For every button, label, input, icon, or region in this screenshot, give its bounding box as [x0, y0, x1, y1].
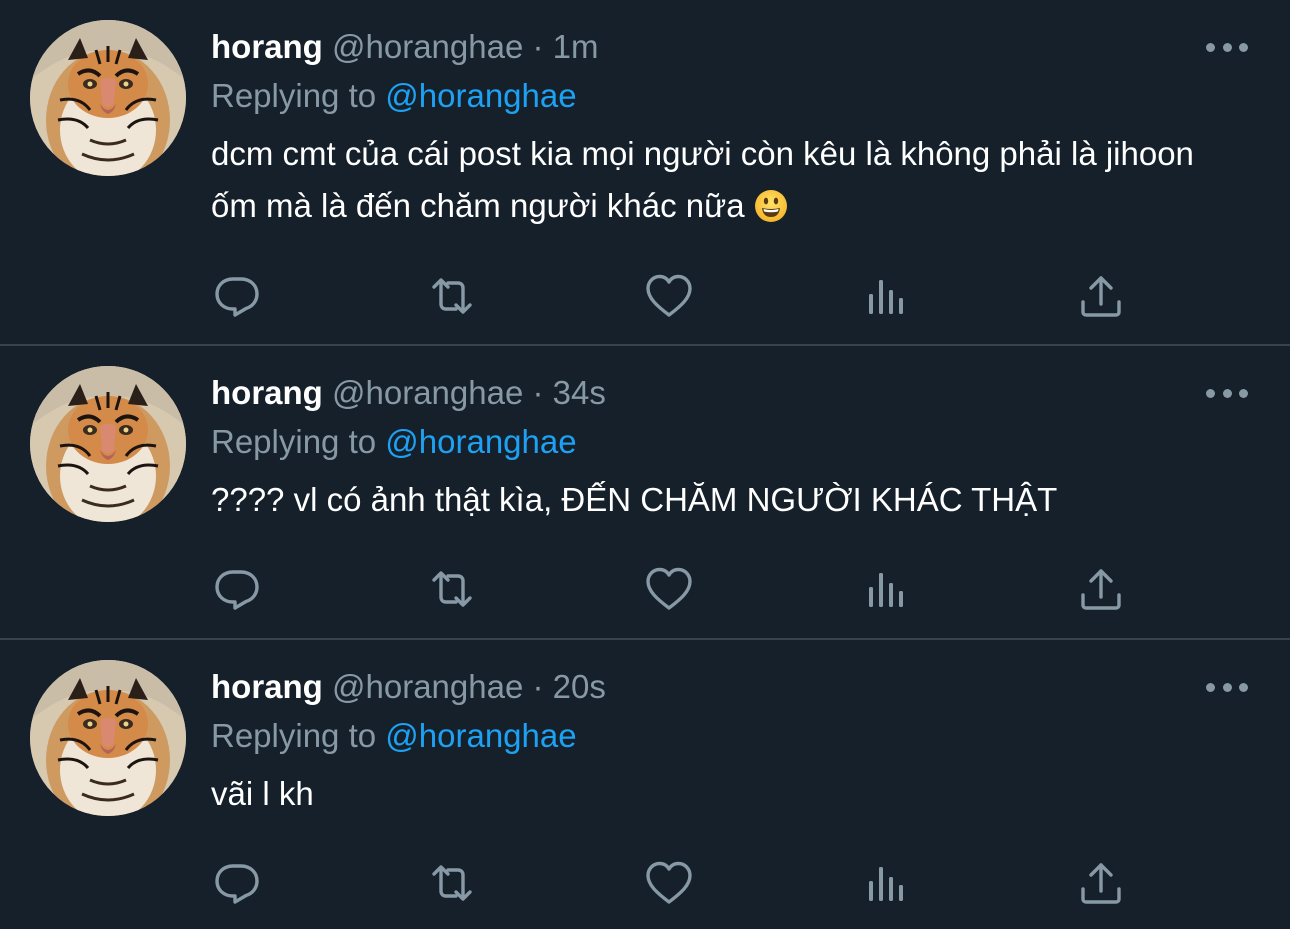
heart-icon[interactable] [643, 857, 695, 909]
timestamp[interactable]: 34s [553, 374, 606, 411]
display-name[interactable]: horang [211, 28, 323, 65]
replying-to: Replying to @horanghae [211, 716, 577, 756]
reply-icon[interactable] [211, 563, 263, 615]
retweet-icon[interactable] [426, 563, 478, 615]
replying-handle-link[interactable]: @horanghae [385, 77, 576, 114]
more-options-icon[interactable] [1206, 386, 1248, 400]
analytics-icon[interactable] [859, 857, 911, 909]
tiger-avatar[interactable] [30, 20, 186, 176]
replying-handle-link[interactable]: @horanghae [385, 717, 576, 754]
separator-dot: · [532, 374, 544, 411]
tweet-text-content: vãi l kh [211, 775, 314, 812]
replying-prefix: Replying to [211, 423, 377, 460]
heart-icon[interactable] [643, 563, 695, 615]
tweet-actions [211, 563, 1131, 613]
reply-icon[interactable] [211, 270, 263, 322]
tweet-text-content: dcm cmt của cái post kia mọi người còn k… [211, 135, 1194, 224]
replying-to: Replying to @horanghae [211, 76, 577, 116]
replying-prefix: Replying to [211, 717, 377, 754]
more-options-icon[interactable] [1206, 40, 1248, 54]
tweet[interactable]: horang @horanghae · 34s Replying to @hor… [0, 346, 1290, 640]
tweet-text: dcm cmt của cái post kia mọi người còn k… [211, 128, 1221, 232]
separator-dot: · [532, 28, 544, 65]
user-handle[interactable]: @horanghae [332, 668, 523, 705]
heart-icon[interactable] [643, 270, 695, 322]
tweet-text: ???? vl có ảnh thật kìa, ĐẾN CHĂM NGƯỜI … [211, 474, 1221, 526]
timestamp[interactable]: 1m [553, 28, 599, 65]
share-icon[interactable] [1075, 270, 1127, 322]
tweet-header: horang @horanghae · 1m [211, 27, 599, 67]
replying-to: Replying to @horanghae [211, 422, 577, 462]
retweet-icon[interactable] [426, 857, 478, 909]
tweet-actions [211, 270, 1131, 320]
tweet-header: horang @horanghae · 20s [211, 667, 606, 707]
analytics-icon[interactable] [859, 563, 911, 615]
tweet-text-content: ???? vl có ảnh thật kìa, ĐẾN CHĂM NGƯỜI … [211, 481, 1058, 518]
analytics-icon[interactable] [859, 270, 911, 322]
tweet-actions [211, 857, 1131, 907]
tweet-header: horang @horanghae · 34s [211, 373, 606, 413]
timestamp[interactable]: 20s [553, 668, 606, 705]
reply-icon[interactable] [211, 857, 263, 909]
more-options-icon[interactable] [1206, 680, 1248, 694]
replying-prefix: Replying to [211, 77, 377, 114]
tweet[interactable]: horang @horanghae · 20s Replying to @hor… [0, 640, 1290, 929]
tweet-text: vãi l kh [211, 768, 1221, 820]
replying-handle-link[interactable]: @horanghae [385, 423, 576, 460]
tweet[interactable]: horang @horanghae · 1m Replying to @hora… [0, 0, 1290, 346]
separator-dot: · [532, 668, 544, 705]
tiger-avatar[interactable] [30, 660, 186, 816]
share-icon[interactable] [1075, 857, 1127, 909]
user-handle[interactable]: @horanghae [332, 28, 523, 65]
tiger-avatar[interactable] [30, 366, 186, 522]
display-name[interactable]: horang [211, 374, 323, 411]
display-name[interactable]: horang [211, 668, 323, 705]
retweet-icon[interactable] [426, 270, 478, 322]
grinning-face-emoji [754, 186, 788, 222]
share-icon[interactable] [1075, 563, 1127, 615]
user-handle[interactable]: @horanghae [332, 374, 523, 411]
